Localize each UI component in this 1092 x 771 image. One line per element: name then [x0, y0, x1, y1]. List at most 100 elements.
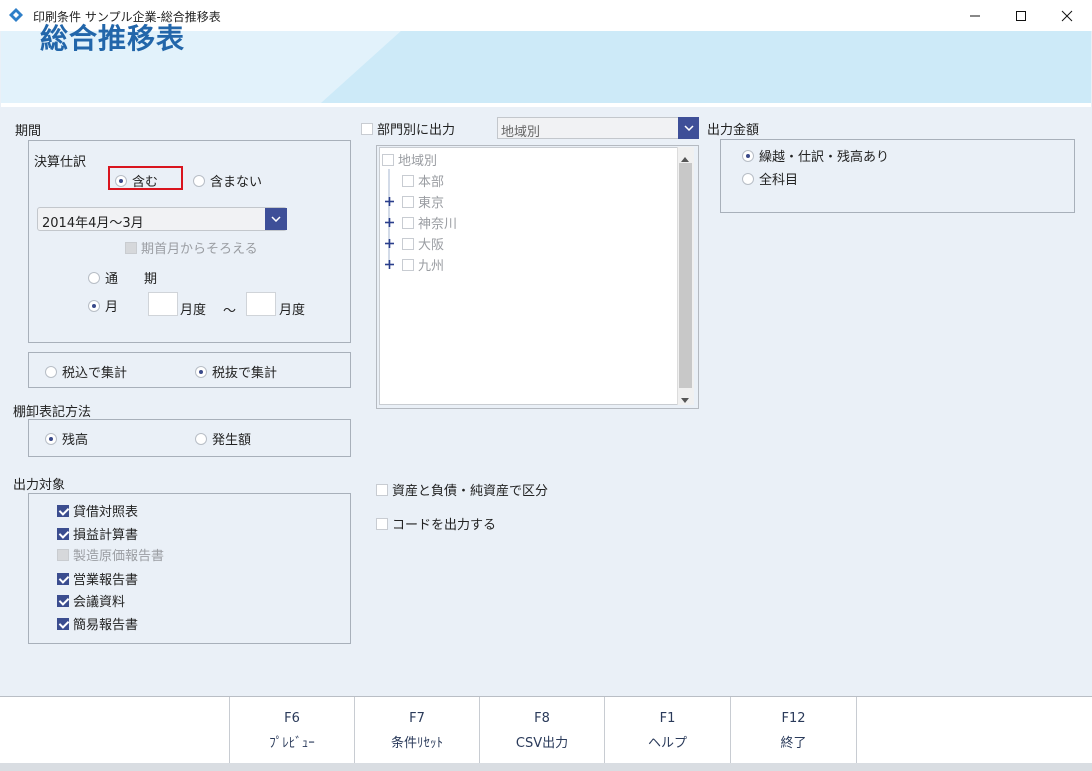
tree-item-osaka[interactable]: 大阪 [402, 234, 444, 253]
period-range-select[interactable]: 2014年4月～3月 [37, 207, 287, 231]
target-manufacturing-cost-checkbox[interactable]: 製造原価報告書 [57, 545, 164, 564]
align-start-checkbox[interactable]: 期首月からそろえる [125, 238, 258, 257]
f7-reset-button[interactable]: F7 条件ﾘｾｯﾄ [355, 697, 480, 763]
fkey-name: 終了 [780, 736, 807, 751]
checkbox-box [402, 216, 414, 229]
target-simple-report-checkbox[interactable]: 簡易報告書 [57, 614, 138, 633]
radio-dot [742, 149, 754, 162]
fkey-code: F12 [781, 711, 806, 726]
f8-csv-button[interactable]: F8 CSV出力 [480, 697, 605, 763]
balance-label: 残高 [62, 433, 89, 448]
department-output-checkbox[interactable]: 部門別に出力 [361, 119, 455, 138]
period-range-value: 2014年4月～3月 [42, 216, 144, 231]
expand-icon[interactable] [385, 258, 394, 269]
full-term-radio[interactable]: 通 期 [88, 268, 157, 287]
minimize-button[interactable] [952, 0, 998, 31]
radio-dot [115, 174, 127, 187]
to-month-input[interactable] [246, 292, 276, 316]
tree-item-headquarters[interactable]: 本部 [402, 171, 444, 190]
checkbox-box [57, 504, 69, 517]
with-carry-label: 繰越・仕訳・残高あり [759, 150, 890, 165]
f1-help-button[interactable]: F1 ヘルプ [605, 697, 731, 763]
tax-inclusive-radio[interactable]: 税込で集計 [45, 362, 127, 381]
split-assets-checkbox[interactable]: 資産と負債・純資産で区分 [376, 480, 548, 499]
radio-dot [45, 432, 57, 445]
checkbox-box [402, 195, 414, 208]
checkbox-box [402, 258, 414, 271]
tree-item-kyushu[interactable]: 九州 [402, 255, 444, 274]
chevron-down-icon [271, 216, 281, 222]
with-carry-radio[interactable]: 繰越・仕訳・残高あり [742, 146, 889, 165]
tree-item-kanagawa[interactable]: 神奈川 [402, 213, 457, 232]
include-radio[interactable]: 含む [115, 171, 158, 190]
maximize-button[interactable] [998, 0, 1044, 31]
from-month-input[interactable] [148, 292, 178, 316]
tax-exclusive-label: 税抜で集計 [212, 366, 278, 381]
department-select-value: 地域別 [501, 125, 541, 140]
department-dropdown[interactable] [678, 117, 699, 139]
target-meeting-materials-checkbox[interactable]: 会議資料 [57, 591, 125, 610]
fkey-code: F8 [534, 711, 550, 726]
chevron-down-icon [683, 125, 694, 131]
balance-radio[interactable]: 残高 [45, 429, 88, 448]
app-icon [9, 8, 23, 22]
f6-preview-button[interactable]: F6 ﾌﾟﾚﾋﾞｭｰ [230, 697, 355, 763]
include-label: 含む [132, 175, 159, 190]
scroll-down-icon[interactable] [680, 393, 690, 408]
minimize-icon [970, 15, 980, 16]
target-label: 簡易報告書 [73, 618, 139, 633]
targets-heading: 出力対象 [13, 478, 66, 493]
exclude-radio[interactable]: 含まない [193, 171, 262, 190]
all-accounts-radio[interactable]: 全科目 [742, 169, 798, 188]
f12-exit-button[interactable]: F12 終了 [731, 697, 857, 763]
department-select[interactable]: 地域別 [497, 117, 699, 140]
tax-exclusive-radio[interactable]: 税抜で集計 [195, 362, 277, 381]
amount-heading: 出力金額 [707, 123, 760, 138]
maximize-icon [1016, 10, 1026, 21]
checkbox-box [57, 548, 69, 561]
tree-item-label: 東京 [418, 196, 445, 211]
checkbox-box [361, 122, 373, 135]
page-title: 総合推移表 [40, 22, 186, 55]
fkey-code: F6 [284, 711, 300, 726]
occurrence-radio[interactable]: 発生額 [195, 429, 251, 448]
radio-dot [195, 365, 207, 378]
checkbox-box [57, 572, 69, 585]
checkbox-box [57, 527, 69, 540]
target-label: 会議資料 [73, 595, 126, 610]
fkey-name: ﾌﾟﾚﾋﾞｭｰ [269, 736, 315, 751]
checkbox-box [376, 517, 388, 530]
target-business-report-checkbox[interactable]: 営業報告書 [57, 569, 138, 588]
inventory-heading: 棚卸表記方法 [13, 405, 92, 420]
tree-item-label: 神奈川 [418, 217, 458, 232]
target-income-statement-checkbox[interactable]: 損益計算書 [57, 524, 138, 543]
fkey-code: F1 [659, 711, 676, 726]
period-range-dropdown[interactable] [265, 208, 287, 230]
expand-icon[interactable] [385, 237, 394, 248]
fkey-name: CSV出力 [515, 736, 569, 751]
full-term-label: 通 期 [105, 272, 158, 287]
tax-inclusive-label: 税込で集計 [62, 366, 128, 381]
range-tilde: ～ [223, 304, 237, 319]
scroll-thumb[interactable] [679, 163, 692, 388]
month-label: 月 [105, 300, 119, 315]
checkbox-box [382, 153, 394, 166]
radio-dot [742, 172, 754, 185]
close-button[interactable] [1044, 0, 1090, 31]
radio-dot [195, 432, 207, 445]
output-code-label: コードを出力する [392, 518, 497, 533]
from-month-suffix: 月度 [180, 303, 207, 318]
radio-dot [45, 365, 57, 378]
output-code-checkbox[interactable]: コードを出力する [376, 514, 496, 533]
month-radio[interactable]: 月 [88, 296, 118, 315]
exclude-label: 含まない [210, 175, 263, 190]
target-balance-sheet-checkbox[interactable]: 貸借対照表 [57, 501, 138, 520]
expand-icon[interactable] [385, 195, 394, 206]
to-month-suffix: 月度 [279, 303, 306, 318]
checkbox-box [376, 483, 388, 496]
bottom-strip [0, 763, 1092, 771]
tree-item-tokyo[interactable]: 東京 [402, 192, 444, 211]
radio-dot [88, 271, 100, 284]
expand-icon[interactable] [385, 216, 394, 227]
tree-root-checkbox[interactable]: 地域別 [382, 150, 437, 169]
